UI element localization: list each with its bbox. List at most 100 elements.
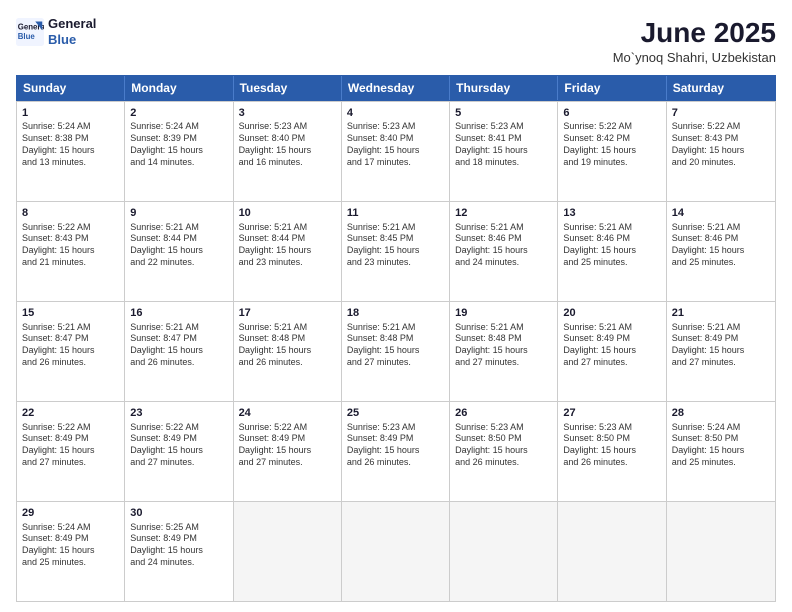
page: General Blue General Blue June 2025 Mo`y… xyxy=(0,0,792,612)
day-info: Sunrise: 5:21 AMSunset: 8:44 PMDaylight:… xyxy=(130,222,227,269)
day-info: Sunrise: 5:22 AMSunset: 8:49 PMDaylight:… xyxy=(22,422,119,469)
calendar: Sunday Monday Tuesday Wednesday Thursday… xyxy=(16,75,776,602)
cal-cell: 11Sunrise: 5:21 AMSunset: 8:45 PMDayligh… xyxy=(342,202,450,301)
cal-cell xyxy=(558,502,666,601)
cal-cell: 1Sunrise: 5:24 AMSunset: 8:38 PMDaylight… xyxy=(17,102,125,201)
day-info: Sunrise: 5:22 AMSunset: 8:43 PMDaylight:… xyxy=(22,222,119,269)
cal-cell: 21Sunrise: 5:21 AMSunset: 8:49 PMDayligh… xyxy=(667,302,775,401)
day-number: 15 xyxy=(22,306,119,321)
cal-cell: 27Sunrise: 5:23 AMSunset: 8:50 PMDayligh… xyxy=(558,402,666,501)
day-info: Sunrise: 5:24 AMSunset: 8:49 PMDaylight:… xyxy=(22,522,119,569)
day-info: Sunrise: 5:22 AMSunset: 8:43 PMDaylight:… xyxy=(672,121,770,168)
cal-cell xyxy=(450,502,558,601)
logo-text-line2: Blue xyxy=(48,32,96,48)
cal-cell: 12Sunrise: 5:21 AMSunset: 8:46 PMDayligh… xyxy=(450,202,558,301)
cal-cell: 18Sunrise: 5:21 AMSunset: 8:48 PMDayligh… xyxy=(342,302,450,401)
day-number: 19 xyxy=(455,306,552,321)
header: General Blue General Blue June 2025 Mo`y… xyxy=(16,16,776,65)
week-row-4: 22Sunrise: 5:22 AMSunset: 8:49 PMDayligh… xyxy=(17,401,775,501)
day-number: 22 xyxy=(22,406,119,421)
day-info: Sunrise: 5:22 AMSunset: 8:49 PMDaylight:… xyxy=(130,422,227,469)
day-info: Sunrise: 5:23 AMSunset: 8:40 PMDaylight:… xyxy=(239,121,336,168)
day-info: Sunrise: 5:22 AMSunset: 8:49 PMDaylight:… xyxy=(239,422,336,469)
day-info: Sunrise: 5:21 AMSunset: 8:44 PMDaylight:… xyxy=(239,222,336,269)
day-info: Sunrise: 5:24 AMSunset: 8:39 PMDaylight:… xyxy=(130,121,227,168)
day-number: 6 xyxy=(563,106,660,121)
day-number: 1 xyxy=(22,106,119,121)
day-info: Sunrise: 5:21 AMSunset: 8:47 PMDaylight:… xyxy=(130,322,227,369)
day-info: Sunrise: 5:24 AMSunset: 8:38 PMDaylight:… xyxy=(22,121,119,168)
day-info: Sunrise: 5:23 AMSunset: 8:49 PMDaylight:… xyxy=(347,422,444,469)
day-number: 28 xyxy=(672,406,770,421)
header-monday: Monday xyxy=(125,76,233,100)
day-number: 16 xyxy=(130,306,227,321)
day-number: 10 xyxy=(239,206,336,221)
day-number: 20 xyxy=(563,306,660,321)
day-number: 23 xyxy=(130,406,227,421)
cal-cell: 28Sunrise: 5:24 AMSunset: 8:50 PMDayligh… xyxy=(667,402,775,501)
day-info: Sunrise: 5:21 AMSunset: 8:48 PMDaylight:… xyxy=(239,322,336,369)
day-number: 17 xyxy=(239,306,336,321)
day-number: 18 xyxy=(347,306,444,321)
day-number: 9 xyxy=(130,206,227,221)
day-info: Sunrise: 5:21 AMSunset: 8:46 PMDaylight:… xyxy=(455,222,552,269)
cal-cell: 29Sunrise: 5:24 AMSunset: 8:49 PMDayligh… xyxy=(17,502,125,601)
cal-cell: 20Sunrise: 5:21 AMSunset: 8:49 PMDayligh… xyxy=(558,302,666,401)
header-friday: Friday xyxy=(558,76,666,100)
day-number: 12 xyxy=(455,206,552,221)
day-info: Sunrise: 5:23 AMSunset: 8:40 PMDaylight:… xyxy=(347,121,444,168)
day-number: 13 xyxy=(563,206,660,221)
day-info: Sunrise: 5:23 AMSunset: 8:50 PMDaylight:… xyxy=(563,422,660,469)
cal-cell: 7Sunrise: 5:22 AMSunset: 8:43 PMDaylight… xyxy=(667,102,775,201)
day-info: Sunrise: 5:21 AMSunset: 8:46 PMDaylight:… xyxy=(672,222,770,269)
title-block: June 2025 Mo`ynoq Shahri, Uzbekistan xyxy=(613,16,776,65)
cal-cell: 22Sunrise: 5:22 AMSunset: 8:49 PMDayligh… xyxy=(17,402,125,501)
calendar-header: Sunday Monday Tuesday Wednesday Thursday… xyxy=(16,75,776,101)
header-wednesday: Wednesday xyxy=(342,76,450,100)
day-number: 14 xyxy=(672,206,770,221)
day-number: 2 xyxy=(130,106,227,121)
logo-text-line1: General xyxy=(48,16,96,32)
cal-cell: 3Sunrise: 5:23 AMSunset: 8:40 PMDaylight… xyxy=(234,102,342,201)
day-number: 30 xyxy=(130,506,227,521)
cal-cell: 15Sunrise: 5:21 AMSunset: 8:47 PMDayligh… xyxy=(17,302,125,401)
day-number: 4 xyxy=(347,106,444,121)
cal-cell xyxy=(342,502,450,601)
day-info: Sunrise: 5:25 AMSunset: 8:49 PMDaylight:… xyxy=(130,522,227,569)
day-number: 3 xyxy=(239,106,336,121)
day-number: 11 xyxy=(347,206,444,221)
day-info: Sunrise: 5:21 AMSunset: 8:49 PMDaylight:… xyxy=(672,322,770,369)
cal-cell: 6Sunrise: 5:22 AMSunset: 8:42 PMDaylight… xyxy=(558,102,666,201)
cal-cell: 24Sunrise: 5:22 AMSunset: 8:49 PMDayligh… xyxy=(234,402,342,501)
day-info: Sunrise: 5:23 AMSunset: 8:41 PMDaylight:… xyxy=(455,121,552,168)
main-title: June 2025 xyxy=(613,16,776,50)
cal-cell: 16Sunrise: 5:21 AMSunset: 8:47 PMDayligh… xyxy=(125,302,233,401)
calendar-body: 1Sunrise: 5:24 AMSunset: 8:38 PMDaylight… xyxy=(16,101,776,602)
cal-cell: 4Sunrise: 5:23 AMSunset: 8:40 PMDaylight… xyxy=(342,102,450,201)
cal-cell xyxy=(667,502,775,601)
cal-cell: 14Sunrise: 5:21 AMSunset: 8:46 PMDayligh… xyxy=(667,202,775,301)
day-number: 5 xyxy=(455,106,552,121)
header-thursday: Thursday xyxy=(450,76,558,100)
cal-cell: 13Sunrise: 5:21 AMSunset: 8:46 PMDayligh… xyxy=(558,202,666,301)
cal-cell: 2Sunrise: 5:24 AMSunset: 8:39 PMDaylight… xyxy=(125,102,233,201)
day-number: 26 xyxy=(455,406,552,421)
day-info: Sunrise: 5:21 AMSunset: 8:48 PMDaylight:… xyxy=(347,322,444,369)
cal-cell: 17Sunrise: 5:21 AMSunset: 8:48 PMDayligh… xyxy=(234,302,342,401)
header-saturday: Saturday xyxy=(667,76,775,100)
day-info: Sunrise: 5:21 AMSunset: 8:46 PMDaylight:… xyxy=(563,222,660,269)
week-row-1: 1Sunrise: 5:24 AMSunset: 8:38 PMDaylight… xyxy=(17,101,775,201)
day-info: Sunrise: 5:21 AMSunset: 8:47 PMDaylight:… xyxy=(22,322,119,369)
logo: General Blue General Blue xyxy=(16,16,96,47)
week-row-5: 29Sunrise: 5:24 AMSunset: 8:49 PMDayligh… xyxy=(17,501,775,601)
cal-cell xyxy=(234,502,342,601)
day-number: 21 xyxy=(672,306,770,321)
cal-cell: 26Sunrise: 5:23 AMSunset: 8:50 PMDayligh… xyxy=(450,402,558,501)
day-info: Sunrise: 5:21 AMSunset: 8:45 PMDaylight:… xyxy=(347,222,444,269)
day-info: Sunrise: 5:21 AMSunset: 8:49 PMDaylight:… xyxy=(563,322,660,369)
day-info: Sunrise: 5:22 AMSunset: 8:42 PMDaylight:… xyxy=(563,121,660,168)
cal-cell: 5Sunrise: 5:23 AMSunset: 8:41 PMDaylight… xyxy=(450,102,558,201)
day-number: 7 xyxy=(672,106,770,121)
subtitle: Mo`ynoq Shahri, Uzbekistan xyxy=(613,50,776,65)
cal-cell: 9Sunrise: 5:21 AMSunset: 8:44 PMDaylight… xyxy=(125,202,233,301)
